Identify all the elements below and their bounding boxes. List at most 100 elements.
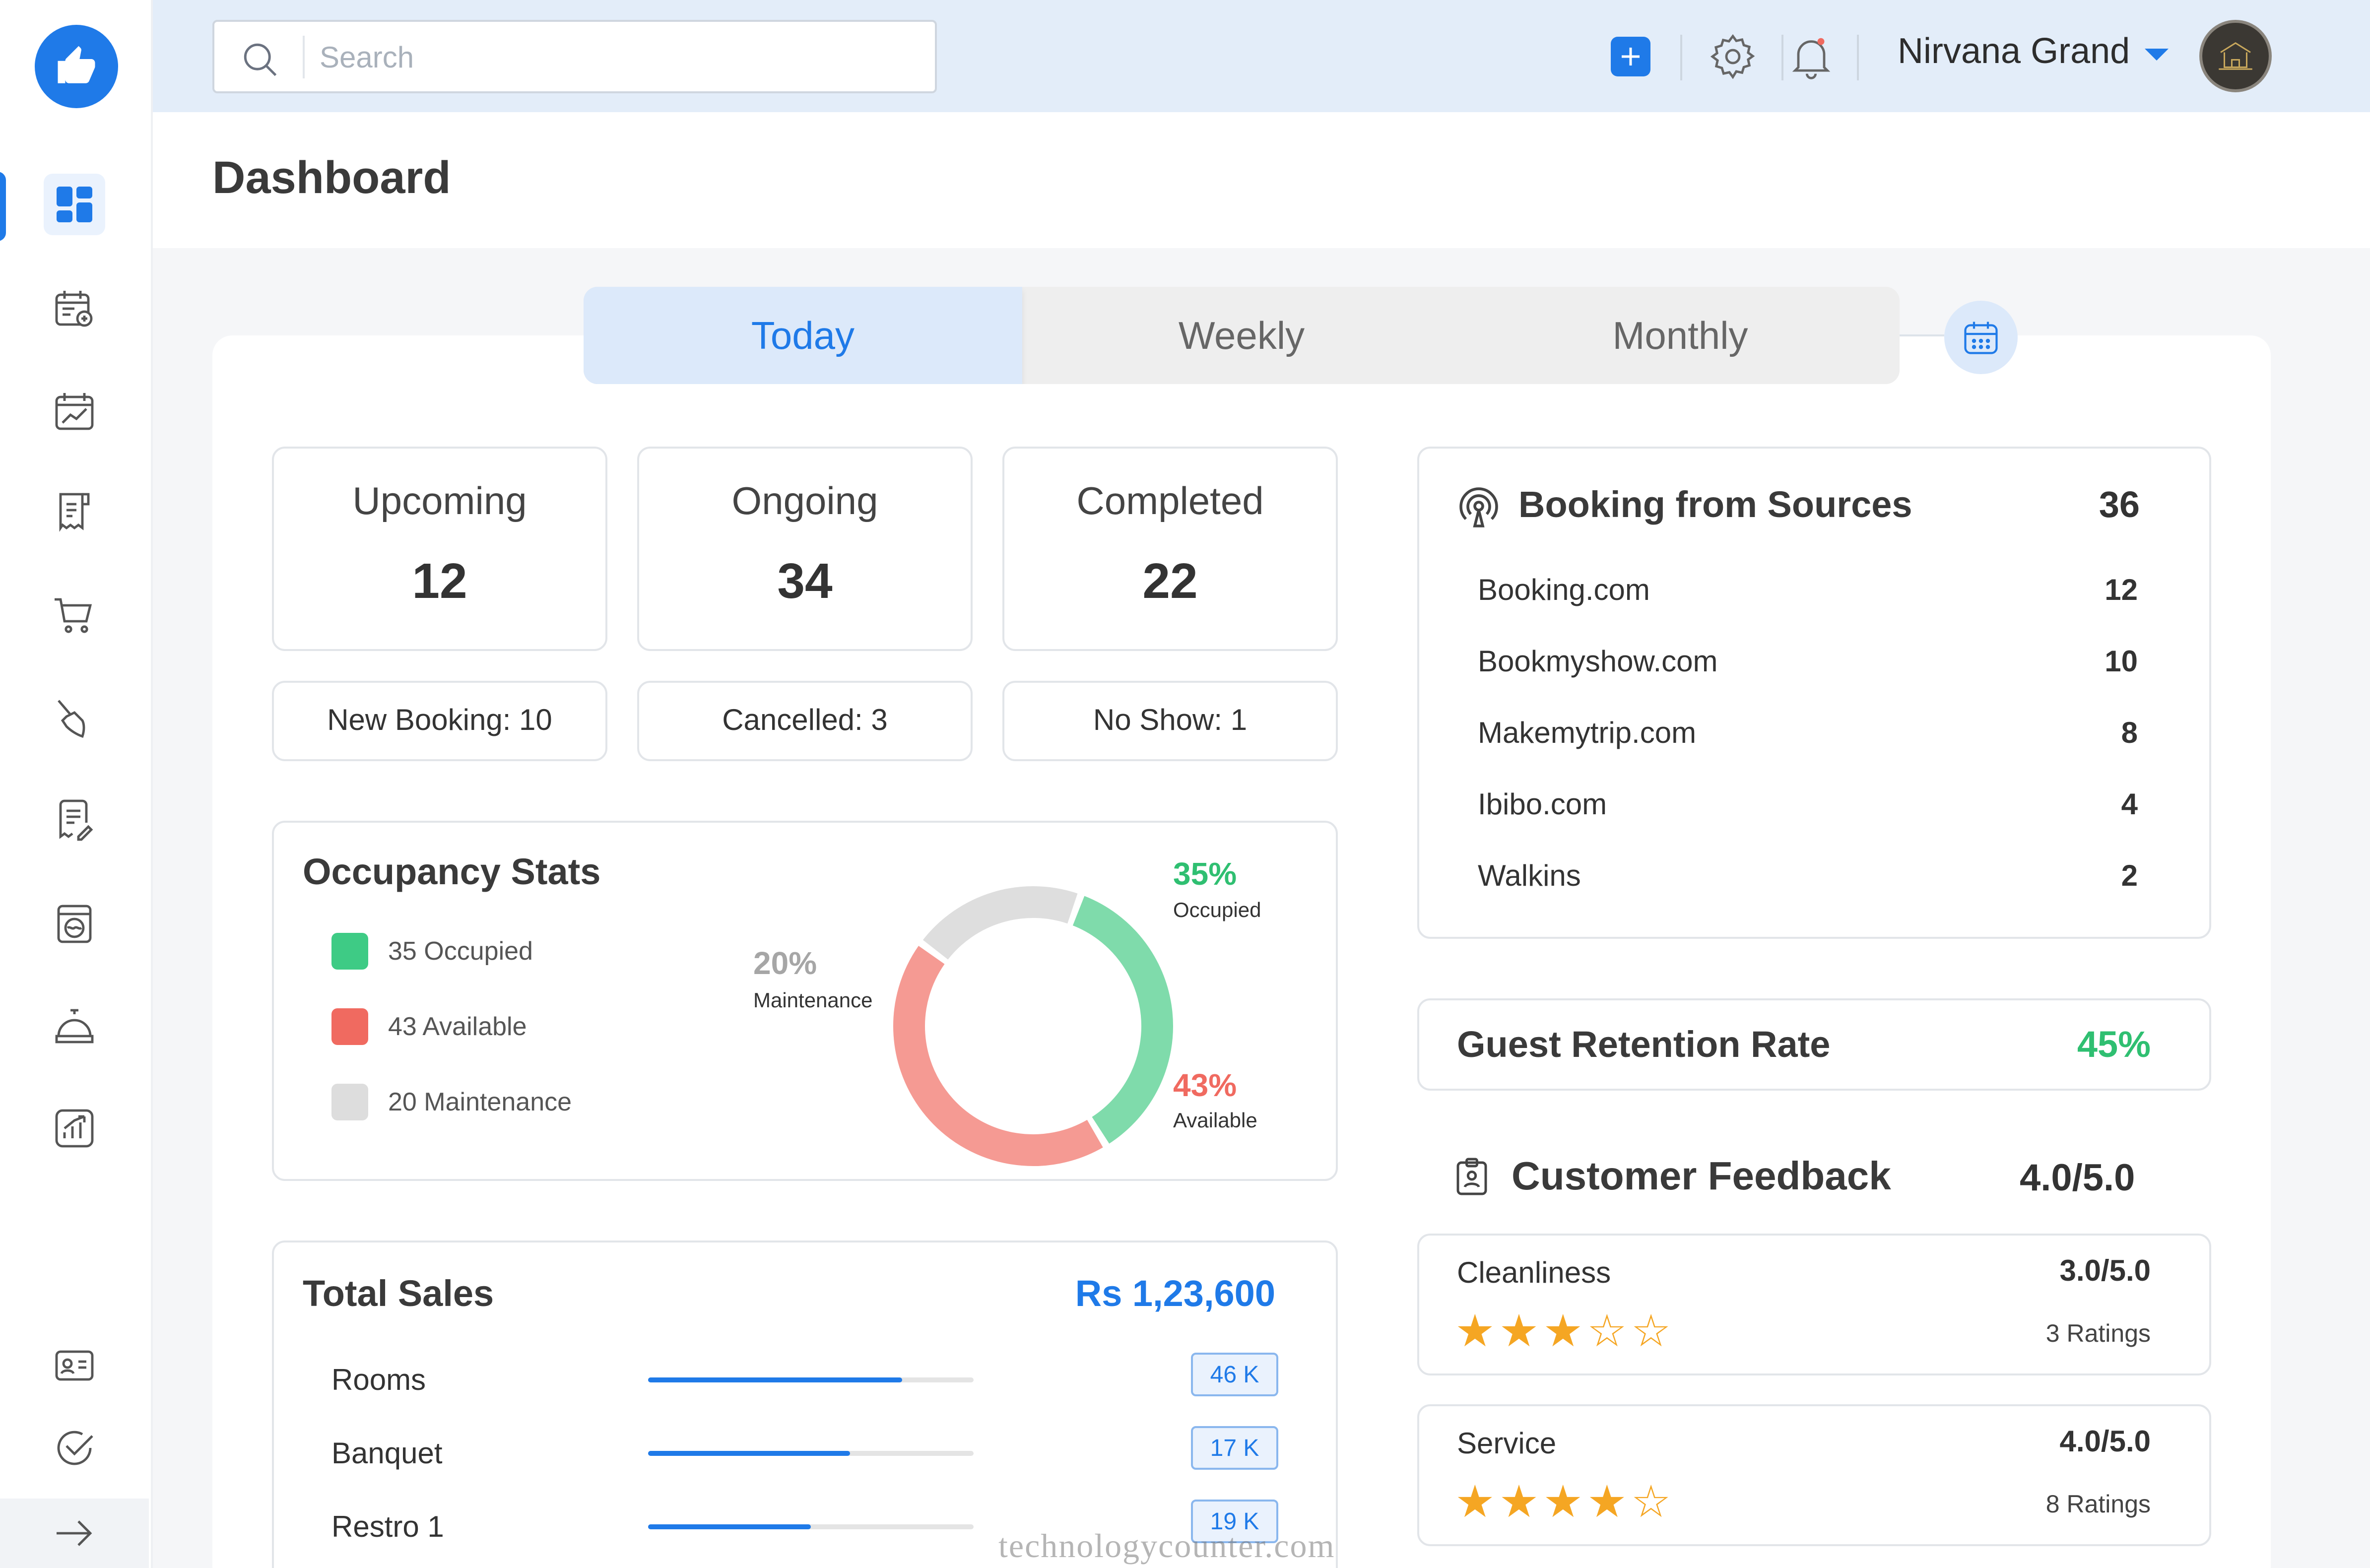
gear-icon[interactable] (1707, 31, 1759, 82)
source-count: 4 (2121, 787, 2138, 821)
nav-housekeeping[interactable] (44, 688, 105, 749)
stat-label: Ongoing (731, 479, 878, 523)
sales-progress-fill (648, 1377, 902, 1382)
tab-today[interactable]: Today (584, 287, 1022, 384)
stat-card-ongoing[interactable]: Ongoing 34 (637, 447, 973, 651)
sales-amount-badge: 17 K (1191, 1426, 1278, 1470)
sales-amount-badge: 46 K (1191, 1353, 1278, 1396)
source-row: Makemytrip.com 8 (1478, 716, 2138, 750)
search-divider (303, 36, 305, 78)
donut-segment-maintenance (922, 886, 1078, 960)
topbar-divider (1680, 35, 1682, 80)
source-count: 12 (2105, 573, 2138, 606)
no-show-pill[interactable]: No Show: 1 (1002, 681, 1338, 761)
expand-sidebar-button[interactable] (44, 1503, 105, 1564)
nav-reports[interactable] (44, 380, 105, 442)
legend-available: 43 Available (331, 1008, 527, 1045)
hotel-crest-icon (2219, 42, 2252, 70)
total-sales-card: Total Sales Rs 1,23,600 Rooms 46 K Banqu… (272, 1241, 1338, 1568)
ratings-count: 8 Ratings (2045, 1490, 2151, 1518)
calendar-icon (1964, 322, 1998, 354)
legend-label: 20 Maintenance (388, 1088, 572, 1116)
cancelled-pill[interactable]: Cancelled: 3 (637, 681, 973, 761)
feedback-item-score: 4.0/5.0 (2059, 1425, 2151, 1458)
occupied-percent: 35% (1173, 856, 1237, 892)
washing-machine-icon (57, 905, 92, 943)
pill-label: New Booking: 10 (327, 703, 552, 736)
nav-notes[interactable] (44, 790, 105, 851)
retention-value: 45% (2077, 1024, 2151, 1065)
nav-tasks[interactable] (44, 1417, 105, 1479)
source-row: Walkins 2 (1478, 858, 2138, 893)
thumbs-up-icon (58, 46, 95, 83)
arrow-right-icon (57, 1520, 92, 1546)
page-header: Dashboard (153, 112, 2370, 248)
legend-swatch (331, 1084, 368, 1120)
stat-label: Completed (1076, 479, 1264, 523)
source-row: Booking.com 12 (1478, 573, 2138, 607)
stat-value: 22 (1142, 553, 1198, 609)
occupancy-title: Occupancy Stats (303, 851, 601, 892)
active-indicator (0, 172, 6, 241)
nav-profile[interactable] (44, 1335, 105, 1396)
available-percent: 43% (1173, 1067, 1237, 1103)
nav-bookings[interactable] (44, 278, 105, 339)
tab-connector (1900, 334, 1944, 336)
sales-progress-track (648, 1451, 974, 1456)
source-name: Walkins (1478, 859, 1581, 892)
sales-row-rooms: Rooms 46 K (274, 1353, 1336, 1402)
legend-occupied: 35 Occupied (331, 933, 533, 970)
stat-card-upcoming[interactable]: Upcoming 12 (272, 447, 607, 651)
maintenance-percent: 20% (753, 945, 817, 981)
donut-segment-available (893, 946, 1103, 1166)
nav-orders[interactable] (44, 585, 105, 646)
hotel-selector[interactable]: Nirvana Grand (1898, 31, 2130, 71)
nav-dashboard[interactable] (44, 174, 105, 235)
tab-weekly[interactable]: Weekly (1022, 287, 1461, 384)
stat-value: 12 (412, 553, 467, 609)
stat-card-completed[interactable]: Completed 22 (1002, 447, 1338, 651)
calendar-chart-icon (55, 393, 94, 430)
feedback-score: 4.0/5.0 (2020, 1157, 2135, 1199)
bell-icon[interactable] (1785, 31, 1837, 82)
edit-document-icon (59, 799, 93, 841)
source-row: Ibibo.com 4 (1478, 787, 2138, 821)
sales-progress-track (648, 1524, 974, 1529)
legend-label: 43 Available (388, 1012, 527, 1041)
nav-services[interactable] (44, 995, 105, 1057)
broom-icon (58, 700, 85, 738)
search-box (212, 20, 937, 93)
star-rating: ★★★★☆ (1455, 1476, 1675, 1528)
search-icon[interactable] (239, 39, 281, 80)
add-button[interactable] (1611, 37, 1650, 76)
source-name: Booking.com (1478, 573, 1650, 606)
id-card-icon (55, 1350, 94, 1381)
sales-progress-fill (648, 1524, 811, 1529)
sales-progress-fill (648, 1451, 850, 1456)
sources-title: Booking from Sources (1518, 484, 1912, 525)
source-count: 10 (2105, 645, 2138, 678)
pill-label: Cancelled: 3 (722, 703, 888, 736)
avatar[interactable] (2199, 20, 2272, 92)
nav-laundry[interactable] (44, 893, 105, 955)
plus-icon (1622, 48, 1640, 65)
calendar-add-icon (55, 291, 93, 327)
period-tabs: Today Weekly Monthly (584, 287, 1900, 384)
sales-row-banquet: Banquet 17 K (274, 1426, 1336, 1476)
search-input[interactable] (320, 35, 905, 79)
app-logo[interactable] (35, 25, 118, 108)
source-name: Bookmyshow.com (1478, 645, 1718, 678)
topbar-divider (1857, 35, 1859, 80)
stat-value: 34 (777, 553, 833, 609)
sources-total: 36 (2099, 484, 2140, 525)
retention-label: Guest Retention Rate (1457, 1024, 1831, 1065)
date-picker-button[interactable] (1944, 301, 2018, 374)
topbar-divider (1781, 35, 1783, 80)
new-booking-pill[interactable]: New Booking: 10 (272, 681, 607, 761)
ratings-count: 3 Ratings (2045, 1319, 2151, 1347)
tab-monthly[interactable]: Monthly (1461, 287, 1900, 384)
feedback-item-cleanliness: Cleanliness 3.0/5.0 ★★★☆☆ 3 Ratings (1417, 1234, 2211, 1375)
nav-invoices[interactable] (44, 481, 105, 543)
chevron-down-icon[interactable] (2145, 49, 2169, 61)
nav-analytics[interactable] (44, 1098, 105, 1159)
